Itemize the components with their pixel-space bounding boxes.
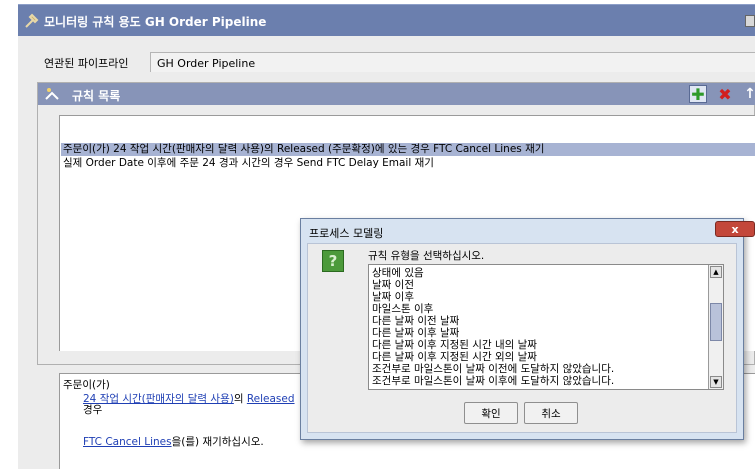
close-icon[interactable]: x (715, 221, 755, 237)
arrow-up-icon[interactable]: ↑ (741, 85, 755, 103)
dialog-body: ? 규칙 유형을 선택하십시오. 상태에 있음 날짜 이전 날짜 이후 마일스톤… (307, 243, 737, 433)
ok-button[interactable]: 확인 (464, 402, 518, 424)
description-line: 경우 (83, 404, 103, 416)
list-scrollbar[interactable]: ▲ ▼ (708, 265, 723, 389)
window-control-icon[interactable] (745, 15, 755, 27)
pipeline-field: GH Order Pipeline (150, 52, 755, 72)
scroll-thumb[interactable] (710, 303, 722, 341)
description-link[interactable]: 24 작업 시간(판매자의 달력 사용) (83, 393, 234, 405)
rule-row[interactable]: 실제 Order Date 이후에 주문 24 경과 시간의 경우 Send F… (61, 157, 755, 170)
list-item[interactable]: 조건부로 마일스톤이 날짜 이후에 도달하지 않았습니다. (372, 375, 614, 388)
cancel-button[interactable]: 취소 (524, 402, 578, 424)
scroll-up-icon[interactable]: ▲ (710, 266, 722, 278)
process-modeling-dialog: 프로세스 모델링 x ? 규칙 유형을 선택하십시오. 상태에 있음 날짜 이전… (300, 218, 755, 440)
description-text: 의 (233, 393, 247, 405)
dialog-title: 프로세스 모델링 (309, 227, 384, 240)
description-line: FTC Cancel Lines을(를) 재기하십시오. (83, 434, 264, 449)
description-link[interactable]: Released (247, 393, 295, 405)
rules-header: 규칙 목록 ✚ ✖ ↑ ↓ (38, 83, 755, 105)
window-title: 모니터링 규칙 용도 GH Order Pipeline (44, 15, 267, 29)
question-icon: ? (322, 250, 344, 272)
delete-icon[interactable]: ✖ (716, 85, 734, 104)
scroll-down-icon[interactable]: ▼ (710, 376, 722, 388)
description-text: 을(를) 재기하십시오. (171, 436, 264, 448)
rule-type-list[interactable]: 상태에 있음 날짜 이전 날짜 이후 마일스톤 이후 다른 날짜 이전 날짜 다… (368, 264, 724, 390)
description-link[interactable]: FTC Cancel Lines (83, 436, 172, 448)
add-icon[interactable]: ✚ (689, 85, 707, 104)
rules-list-icon (44, 86, 60, 102)
description-line: 주문이(가) (63, 379, 110, 391)
description-line: 24 작업 시간(판매자의 달력 사용)의 Released (83, 391, 295, 406)
rule-row-selected[interactable]: 주문이(가) 24 작업 시간(판매자의 달력 사용)의 Released (주… (61, 143, 755, 156)
window-titlebar: 모니터링 규칙 용도 GH Order Pipeline (18, 4, 755, 36)
rules-header-title: 규칙 목록 (72, 89, 121, 103)
dialog-prompt: 규칙 유형을 선택하십시오. (368, 250, 485, 262)
pipeline-label: 연관된 파이프라인 (44, 57, 129, 70)
app-root: 모니터링 규칙 용도 GH Order Pipeline 연관된 파이프라인 G… (0, 0, 755, 469)
wrench-icon (24, 13, 40, 29)
